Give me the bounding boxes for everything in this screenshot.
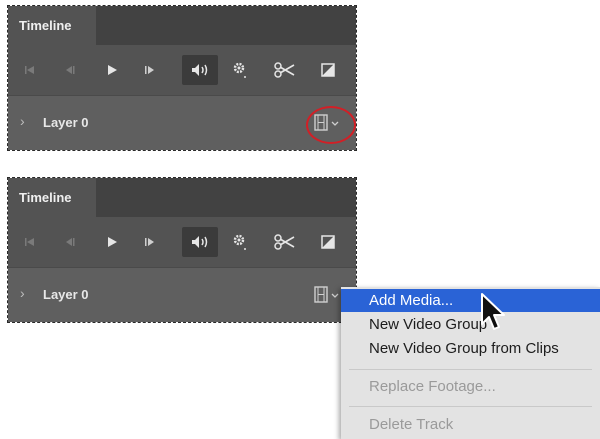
layer-track-row[interactable]: › Layer 0 xyxy=(8,95,356,150)
mouse-pointer-icon xyxy=(480,292,508,339)
previous-frame-icon[interactable] xyxy=(58,45,82,95)
timeline-panel-top: Timeline › Layer 0 xyxy=(7,5,357,151)
audio-icon[interactable] xyxy=(182,55,218,85)
panel-tab-bar: Timeline xyxy=(8,178,356,217)
transition-icon[interactable] xyxy=(316,45,340,95)
menu-separator xyxy=(349,406,592,407)
layer-name: Layer 0 xyxy=(43,287,89,302)
menu-item-new-video-group-from-clips[interactable]: New Video Group from Clips xyxy=(341,337,600,360)
timeline-panel-bottom: Timeline › Layer 0 xyxy=(7,177,357,323)
go-to-first-frame-icon[interactable] xyxy=(18,217,42,267)
menu-item-replace-footage: Replace Footage... xyxy=(369,378,496,395)
play-icon[interactable] xyxy=(100,217,124,267)
menu-item-new-video-group[interactable]: New Video Group xyxy=(341,313,600,336)
settings-gear-icon[interactable] xyxy=(228,217,252,267)
transition-icon[interactable] xyxy=(316,217,340,267)
split-scissors-icon[interactable] xyxy=(272,45,298,95)
menu-item-add-media[interactable]: Add Media... xyxy=(341,289,600,312)
menu-item-delete-track: Delete Track xyxy=(369,416,454,433)
layer-track-row[interactable]: › Layer 0 xyxy=(8,267,356,322)
go-to-first-frame-icon[interactable] xyxy=(18,45,42,95)
audio-icon[interactable] xyxy=(182,227,218,257)
tab-timeline[interactable]: Timeline xyxy=(8,6,96,45)
timeline-toolbar xyxy=(8,45,356,95)
expand-chevron-icon[interactable]: › xyxy=(20,285,25,301)
panel-tab-bar: Timeline xyxy=(8,6,356,45)
menu-separator xyxy=(349,369,592,370)
split-scissors-icon[interactable] xyxy=(272,217,298,267)
tab-timeline[interactable]: Timeline xyxy=(8,178,96,217)
add-media-context-menu: Add Media... New Video Group New Video G… xyxy=(341,287,600,439)
expand-chevron-icon[interactable]: › xyxy=(20,113,25,129)
next-frame-icon[interactable] xyxy=(138,217,162,267)
layer-name: Layer 0 xyxy=(43,115,89,130)
timeline-toolbar xyxy=(8,217,356,267)
play-icon[interactable] xyxy=(100,45,124,95)
film-strip-icon[interactable] xyxy=(314,285,344,310)
callout-highlight-ring xyxy=(306,106,356,144)
next-frame-icon[interactable] xyxy=(138,45,162,95)
previous-frame-icon[interactable] xyxy=(58,217,82,267)
settings-gear-icon[interactable] xyxy=(228,45,252,95)
